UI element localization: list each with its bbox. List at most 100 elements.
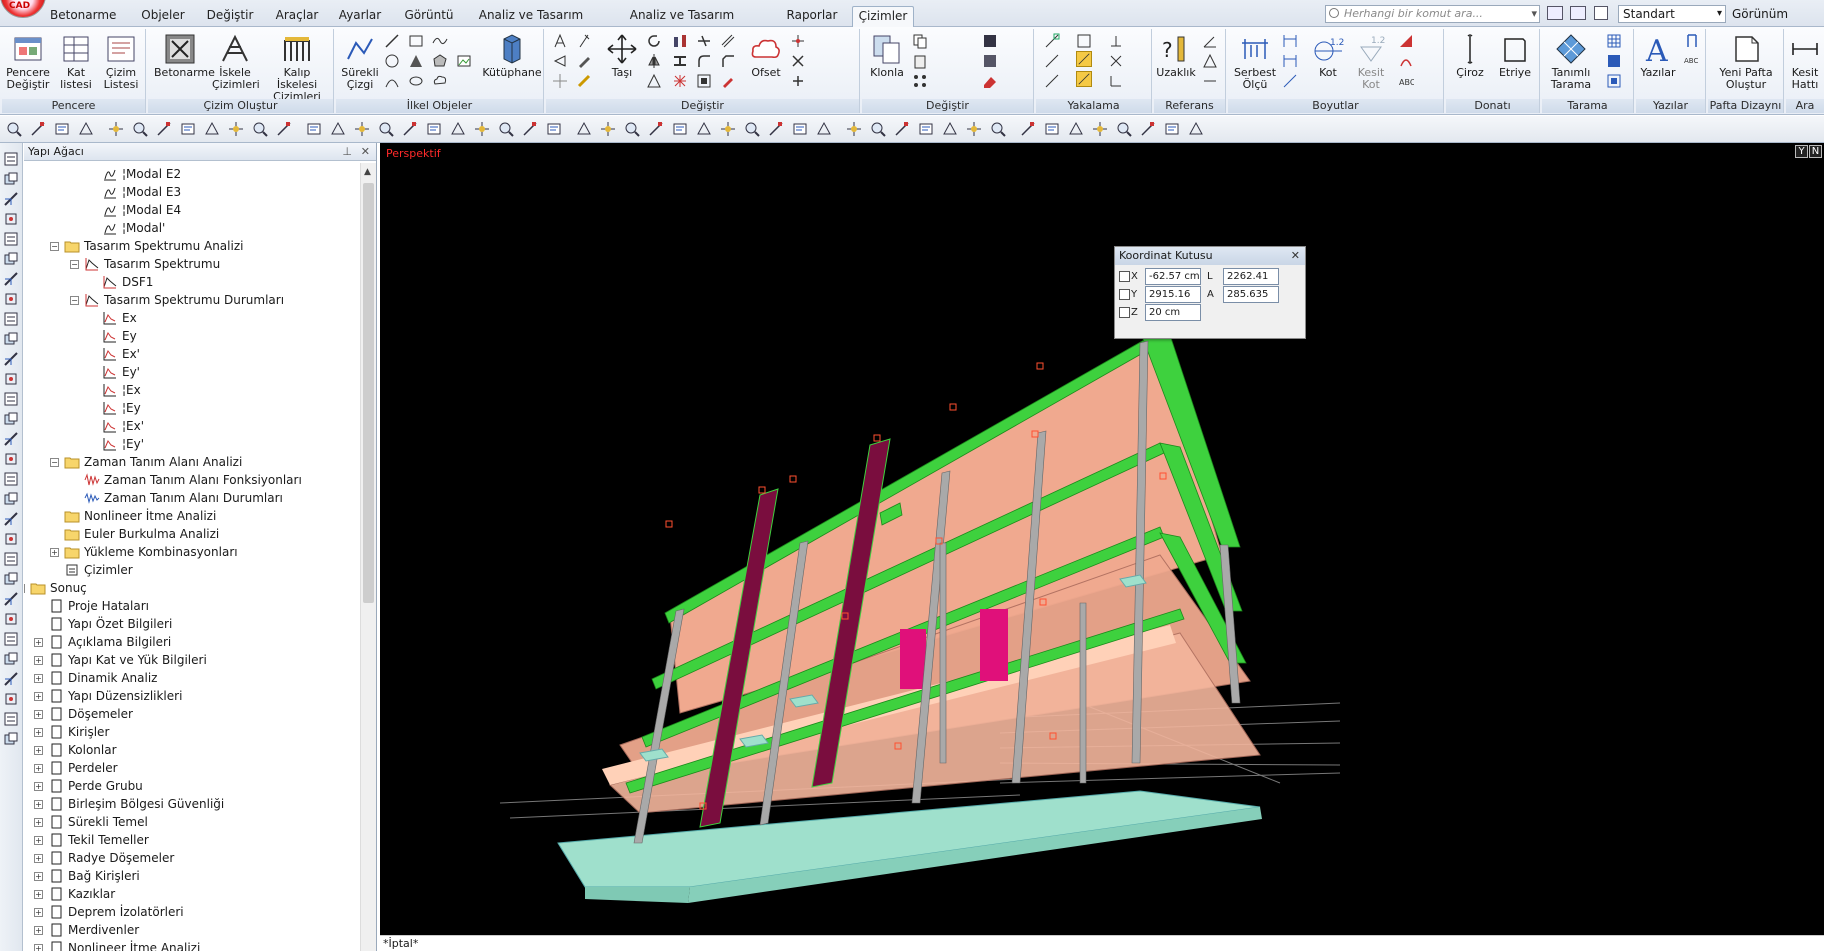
frame-icon[interactable]: [768, 121, 784, 137]
dim-angle-icon[interactable]: [1398, 33, 1414, 49]
snap-icon[interactable]: [600, 121, 616, 137]
render2-icon[interactable]: [966, 121, 982, 137]
tree-item[interactable]: ¦Modal E4: [24, 201, 360, 219]
plan-icon[interactable]: [942, 121, 958, 137]
ofset-button[interactable]: Ofset: [744, 31, 788, 79]
tree-item[interactable]: + Birleşim Bölgesi Güvenliği: [24, 795, 360, 813]
rotate-icon[interactable]: [228, 121, 244, 137]
eraser-icon[interactable]: [982, 73, 998, 89]
layer-icon[interactable]: [982, 33, 998, 49]
dim-arc-icon[interactable]: [1398, 53, 1414, 69]
side-tool-icon[interactable]: [3, 391, 19, 407]
tasi-button[interactable]: Taşı: [602, 31, 642, 79]
id-point-icon[interactable]: [1202, 73, 1218, 89]
collapse-toggle-icon[interactable]: −: [50, 458, 59, 467]
shear-wall-3[interactable]: [900, 629, 926, 689]
tree-item[interactable]: − Tasarım Spektrumu Durumları: [24, 291, 360, 309]
y-value-field[interactable]: 2915.16 cm: [1145, 286, 1201, 315]
pick-icon[interactable]: [78, 121, 94, 137]
dim-text-icon[interactable]: ABC: [1398, 73, 1414, 89]
offset-line-icon[interactable]: [720, 33, 736, 49]
z-lock-checkbox[interactable]: [1119, 307, 1130, 318]
join-icon[interactable]: [354, 121, 370, 137]
tree-item[interactable]: + Perdeler: [24, 759, 360, 777]
expand-toggle-icon[interactable]: +: [34, 944, 43, 951]
measure2-icon[interactable]: [1164, 121, 1180, 137]
tree-item[interactable]: Zaman Tanım Alanı Durumları: [24, 489, 360, 507]
side-tool-icon[interactable]: [3, 551, 19, 567]
tree-item[interactable]: + Yapı Düzensizlikleri: [24, 687, 360, 705]
iskele-cizimleri-button[interactable]: İskele Çizimleri: [212, 31, 260, 91]
tree-item[interactable]: + Sürekli Temel: [24, 813, 360, 831]
text-icon[interactable]: [648, 121, 664, 137]
tree-item[interactable]: − Sonuç: [24, 579, 360, 597]
extend-icon[interactable]: [696, 33, 712, 49]
circle-icon[interactable]: [384, 53, 400, 69]
angle-icon[interactable]: [1202, 33, 1218, 49]
ciroz-button[interactable]: Çiroz: [1450, 31, 1490, 79]
tree-item[interactable]: Ex': [24, 345, 360, 363]
klonla-button[interactable]: Klonla: [866, 31, 908, 79]
view-menu[interactable]: Görünüm: [1732, 7, 1788, 21]
app-logo[interactable]: CAD: [0, 0, 46, 18]
explode-icon[interactable]: [306, 121, 322, 137]
snap-intersection-icon[interactable]: [1108, 53, 1124, 69]
tree-item[interactable]: Proje Hataları: [24, 597, 360, 615]
tab-betonarme[interactable]: Betonarme: [50, 6, 116, 27]
tree-item[interactable]: Ey': [24, 363, 360, 381]
pen-icon[interactable]: [576, 53, 592, 69]
tab-goruntu[interactable]: Görüntü: [400, 6, 458, 27]
tree-item[interactable]: ¦Modal E2: [24, 165, 360, 183]
expand-toggle-icon[interactable]: +: [34, 926, 43, 935]
side-tool-icon[interactable]: [3, 371, 19, 387]
side-tool-icon[interactable]: [3, 431, 19, 447]
tanimli-tarama-button[interactable]: Tanımlı Tarama: [1546, 31, 1596, 91]
l-value-field[interactable]: 2262.41 cm: [1223, 268, 1279, 297]
ellipse-icon[interactable]: [408, 73, 424, 89]
scale-icon[interactable]: [646, 73, 662, 89]
fill-icon[interactable]: [408, 53, 424, 69]
tree-item[interactable]: + Tekil Temeller: [24, 831, 360, 849]
hatch-icon[interactable]: [744, 121, 760, 137]
side-tool-icon[interactable]: [3, 631, 19, 647]
tree-scrollbar[interactable]: ▲: [360, 163, 376, 951]
side-tool-icon[interactable]: [3, 471, 19, 487]
copy-icon[interactable]: [378, 121, 394, 137]
command-search-input[interactable]: Herhangi bir komut ara... ▾: [1325, 5, 1540, 23]
camera-icon[interactable]: [816, 121, 832, 137]
tab-analiz-ve-tasarim[interactable]: Analiz ve Tasarım: [476, 6, 586, 27]
side-tool-icon[interactable]: [3, 731, 19, 747]
fill-icon[interactable]: [1092, 121, 1108, 137]
window-layout-icon[interactable]: [1547, 6, 1563, 20]
zoom-window-icon[interactable]: [30, 121, 46, 137]
side-tool-icon[interactable]: [3, 691, 19, 707]
yeni-pafta-button[interactable]: Yeni Pafta Oluştur: [1712, 31, 1780, 91]
dim-radius-icon[interactable]: [1282, 73, 1298, 89]
x-lock-checkbox[interactable]: [1119, 271, 1130, 282]
tab-araclar[interactable]: Araçlar: [270, 6, 324, 27]
arc-icon[interactable]: [546, 121, 562, 137]
paste-icon[interactable]: [912, 53, 928, 69]
expand-toggle-icon[interactable]: +: [34, 818, 43, 827]
y-lock-checkbox[interactable]: [1119, 289, 1130, 300]
side-tool-icon[interactable]: [3, 611, 19, 627]
dim-icon[interactable]: [450, 121, 466, 137]
brush-icon[interactable]: [576, 73, 592, 89]
polygon-icon[interactable]: [432, 53, 448, 69]
spline-icon[interactable]: [672, 121, 688, 137]
stretch-icon[interactable]: [672, 53, 688, 69]
tree-item[interactable]: + Bağ Kirişleri: [24, 867, 360, 885]
pen-icon[interactable]: [54, 121, 70, 137]
tree-item[interactable]: Euler Burkulma Analizi: [24, 525, 360, 543]
chamfer-icon[interactable]: [720, 53, 736, 69]
side-tool-icon[interactable]: [3, 491, 19, 507]
z-value-field[interactable]: 20 cm: [1145, 304, 1201, 321]
break-icon[interactable]: [696, 73, 712, 89]
erase-icon[interactable]: [552, 53, 568, 69]
collapse-toggle-icon[interactable]: −: [70, 260, 79, 269]
expand-toggle-icon[interactable]: +: [34, 728, 43, 737]
side-tool-icon[interactable]: [3, 351, 19, 367]
3d-viewport[interactable]: Perspektif YN: [380, 143, 1824, 935]
tab-degistir[interactable]: Değiştir: [205, 6, 255, 27]
x-value-field[interactable]: -62.57 cm: [1145, 268, 1201, 285]
